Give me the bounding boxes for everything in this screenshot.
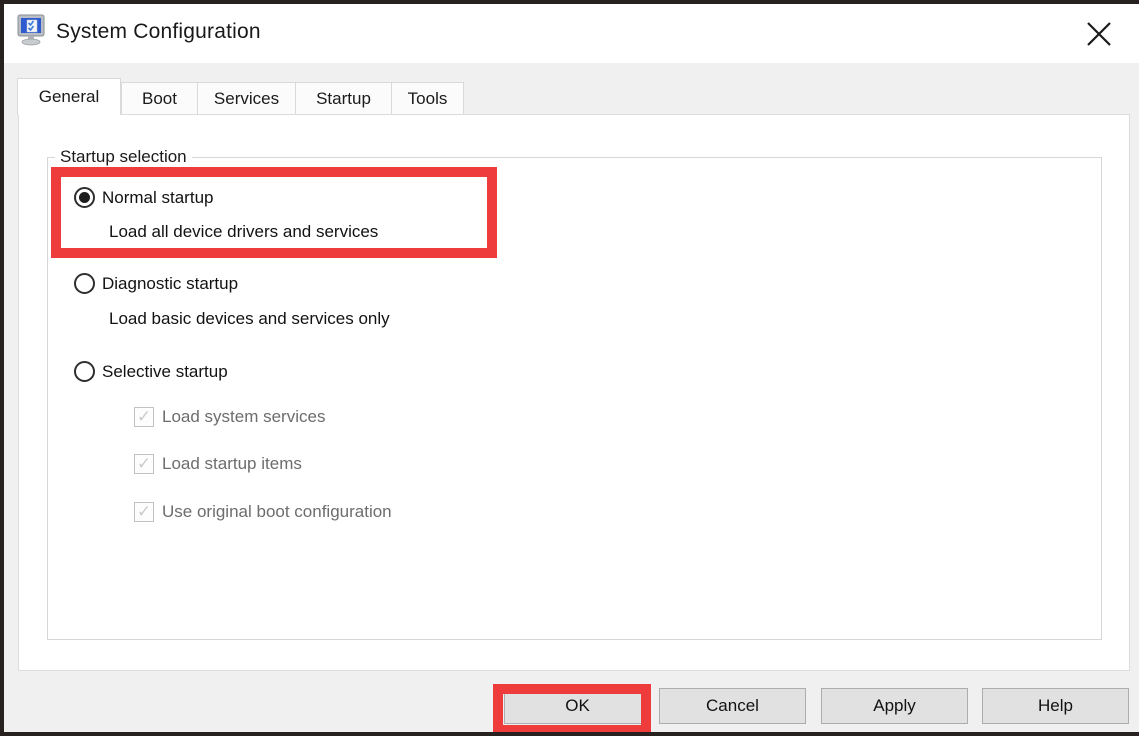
- tab-services[interactable]: Services: [197, 82, 296, 114]
- check-icon: ✓: [137, 503, 151, 520]
- checkbox-use-original-boot-configuration-label: Use original boot configuration: [162, 502, 392, 522]
- startup-selection-group-label: Startup selection: [55, 147, 192, 167]
- cancel-button[interactable]: Cancel: [659, 688, 806, 724]
- system-configuration-window: System Configuration General Boot Servic…: [0, 0, 1139, 736]
- radio-selective-startup-label[interactable]: Selective startup: [102, 361, 228, 382]
- normal-startup-description: Load all device drivers and services: [109, 222, 378, 242]
- diagnostic-startup-description: Load basic devices and services only: [109, 309, 390, 329]
- window-title: System Configuration: [56, 20, 261, 44]
- check-icon: ✓: [137, 455, 151, 472]
- help-button[interactable]: Help: [982, 688, 1129, 724]
- tab-tools[interactable]: Tools: [391, 82, 464, 114]
- checkbox-load-system-services: ✓: [134, 407, 154, 427]
- radio-normal-startup-label[interactable]: Normal startup: [102, 187, 213, 208]
- radio-selective-startup[interactable]: [74, 361, 95, 382]
- titlebar: System Configuration: [4, 4, 1139, 63]
- tab-boot[interactable]: Boot: [121, 82, 198, 114]
- tab-startup[interactable]: Startup: [295, 82, 392, 114]
- checkbox-use-original-boot-configuration: ✓: [134, 502, 154, 522]
- msconfig-app-icon: [15, 13, 49, 47]
- radio-normal-startup[interactable]: [74, 187, 95, 208]
- check-icon: ✓: [137, 408, 151, 425]
- tab-general[interactable]: General: [17, 78, 121, 115]
- checkbox-load-startup-items: ✓: [134, 454, 154, 474]
- ok-button[interactable]: OK: [504, 688, 651, 724]
- checkbox-load-startup-items-label: Load startup items: [162, 454, 302, 474]
- apply-button[interactable]: Apply: [821, 688, 968, 724]
- radio-diagnostic-startup[interactable]: [74, 273, 95, 294]
- radio-selected-dot: [79, 192, 90, 203]
- close-icon: [1086, 21, 1112, 47]
- checkbox-load-system-services-label: Load system services: [162, 407, 325, 427]
- radio-diagnostic-startup-label[interactable]: Diagnostic startup: [102, 273, 238, 294]
- close-button[interactable]: [1076, 12, 1122, 56]
